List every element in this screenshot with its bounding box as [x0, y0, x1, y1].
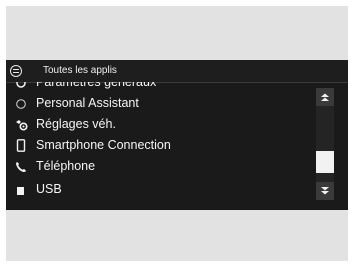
screenshot-frame: Toutes les applis Paramètres généraux Pe…: [0, 0, 355, 267]
top-margin: [6, 6, 348, 60]
infotainment-screen: Toutes les applis Paramètres généraux Pe…: [6, 60, 348, 210]
list-item-smartphone-connection[interactable]: Smartphone Connection: [6, 135, 312, 155]
vehicle-settings-icon: [15, 118, 28, 131]
page-title: Toutes les applis: [43, 65, 117, 76]
usb-icon: [15, 183, 27, 195]
list-item-usb[interactable]: USB: [6, 179, 312, 199]
smartphone-icon: [15, 139, 27, 152]
scroll-up-button[interactable]: [316, 88, 334, 106]
list-item-label: Réglages véh.: [36, 117, 116, 131]
list-item-label: Paramètres généraux: [36, 82, 157, 89]
apps-list: Paramètres généraux Personal Assistant R…: [6, 82, 312, 210]
scrollbar-thumb[interactable]: [316, 151, 334, 173]
list-item-parametres-generaux[interactable]: Paramètres généraux: [6, 82, 312, 92]
list-item-personal-assistant[interactable]: Personal Assistant: [6, 93, 312, 113]
list-item-reglages-veh[interactable]: Réglages véh.: [6, 114, 312, 134]
assistant-ring-icon: [15, 97, 27, 109]
double-chevron-up-icon: [321, 93, 329, 101]
app-header: Toutes les applis: [6, 60, 348, 83]
double-chevron-down-icon: [321, 187, 329, 195]
list-item-label: Smartphone Connection: [36, 138, 171, 152]
list-item-label: USB: [36, 182, 62, 196]
bottom-margin: [6, 210, 348, 261]
gear-icon: [15, 82, 27, 88]
list-item-telephone[interactable]: Téléphone: [6, 156, 312, 176]
apps-menu-icon[interactable]: [10, 65, 22, 77]
list-item-label: Téléphone: [36, 159, 96, 173]
phone-icon: [15, 160, 27, 173]
list-item-label: Personal Assistant: [36, 96, 139, 110]
scroll-down-button[interactable]: [316, 182, 334, 200]
